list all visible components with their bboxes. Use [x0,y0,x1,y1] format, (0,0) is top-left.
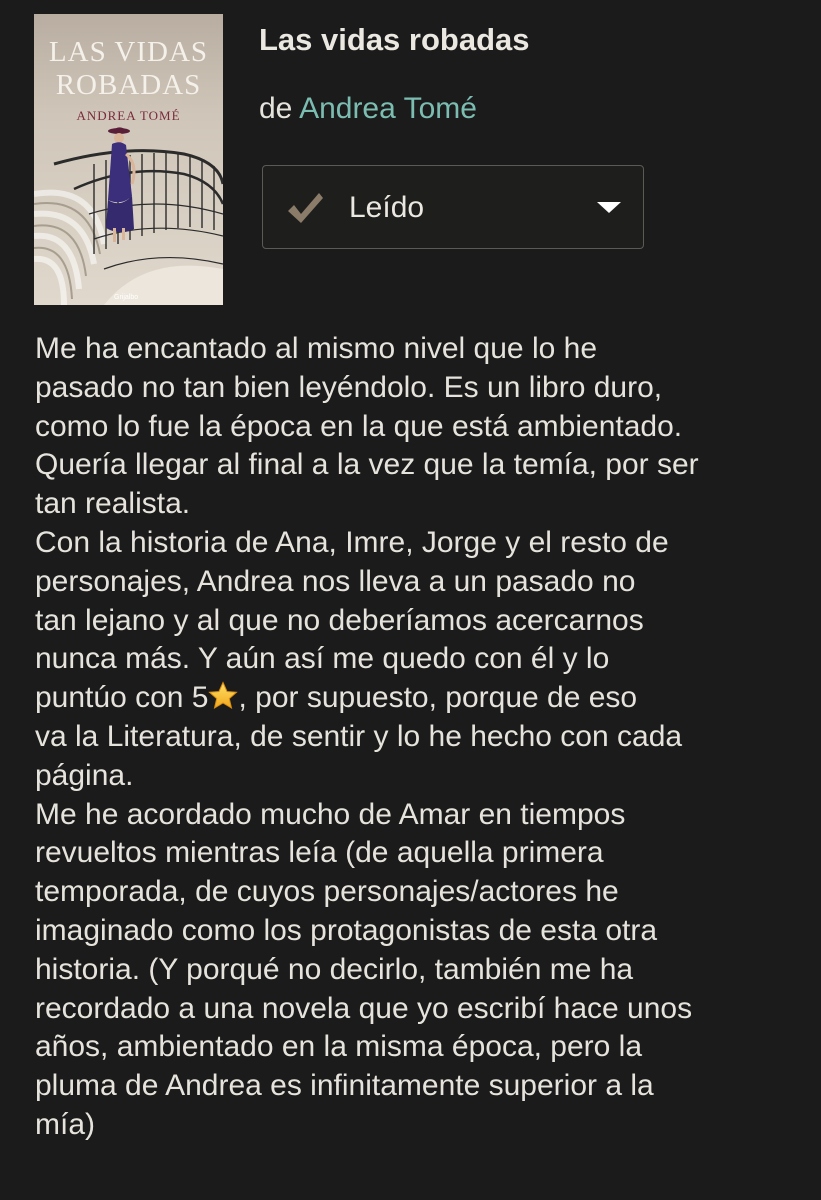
review-line: como lo fue la época en la que está ambi… [35,409,683,443]
star-emoji-icon [208,681,239,710]
cover-author: ANDREA TOMÉ [76,108,181,123]
author-link[interactable]: Andrea Tomé [299,92,477,125]
review-line: mía) [35,1107,95,1141]
review-line: temporada, de cuyos personajes/actores h… [35,875,619,909]
review-line: Me he acordado mucho de Amar en tiempos [35,797,626,831]
review-line: Con la historia de Ana, Imre, Jorge y el… [35,525,669,559]
review-line: tan realista. [35,487,191,521]
review-text-after-star: , por supuesto, porque de eso [238,681,638,715]
review-line: pasado no tan bien leyéndolo. Es un libr… [35,370,663,404]
review-line: años, ambientado en la misma época, pero… [35,1030,643,1064]
review-line: tan lejano y al que no deberíamos acerca… [35,603,644,637]
review-text-before-star: puntúo con 5 [35,681,209,715]
review-line: recordado a una novela que yo escribí ha… [35,991,693,1025]
review-line: Me ha encantado al mismo nivel que lo he [35,332,598,365]
review-line: va la Literatura, de sentir y lo he hech… [35,719,683,753]
review-line: pluma de Andrea es infinitamente superio… [35,1069,654,1103]
cover-publisher: Grijalbo [114,294,139,301]
review-line: página. [35,758,134,792]
review-line: imaginado como los protagonistas de esta… [35,913,658,947]
review-line: personajes, Andrea nos lleva a un pasado… [35,564,636,598]
shelf-status-dropdown[interactable]: Leído [262,165,644,249]
cover-title-line2: ROBADAS [55,69,202,101]
byline: de Andrea Tomé [259,92,477,126]
review-line: historia. (Y porqué no decirlo, también … [35,952,634,986]
book-title[interactable]: Las vidas robadas [259,22,530,58]
review-line: Quería llegar al final a la vez que la t… [35,448,699,482]
caret-down-icon [597,202,621,213]
book-cover[interactable]: LAS VIDAS ROBADAS ANDREA TOMÉ Grijalbo [34,14,223,305]
review-line: revueltos mientras leía (de aquella prim… [35,836,604,870]
cover-title-line1: LAS VIDAS [48,36,209,68]
review-line-with-star: puntúo con 5 , por supuesto, porque de es… [35,679,805,718]
review-text: Me ha encantado al mismo nivel que lo he… [35,330,805,1145]
by-label: de [259,92,293,125]
review-line: nunca más. Y aún así me quedo con él y l… [35,642,610,676]
shelf-status-label: Leído [349,191,425,224]
check-icon [288,193,323,223]
